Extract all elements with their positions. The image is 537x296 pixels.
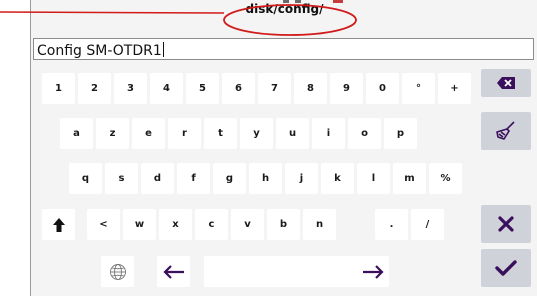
key-row3-10[interactable]: %	[429, 163, 462, 194]
backspace-icon	[497, 77, 515, 89]
key-row1-9[interactable]: 0	[366, 73, 399, 104]
shift-up-arrow-icon	[52, 217, 65, 232]
key-row3-1[interactable]: s	[105, 163, 138, 194]
key-row3-3[interactable]: f	[177, 163, 210, 194]
key-row3-2[interactable]: d	[141, 163, 174, 194]
key-row3-6[interactable]: j	[285, 163, 318, 194]
key-row2-7[interactable]: i	[312, 118, 345, 149]
clear-button[interactable]	[481, 112, 531, 150]
cursor-left-key[interactable]	[157, 256, 190, 287]
key-row1-0[interactable]: 1	[42, 73, 75, 104]
key-row1-8[interactable]: 9	[330, 73, 363, 104]
key-row2-1[interactable]: z	[96, 118, 129, 149]
shift-key[interactable]	[42, 209, 75, 240]
arrow-left-icon	[162, 264, 184, 279]
key-row3-7[interactable]: k	[321, 163, 354, 194]
title-bar: disk/config/	[31, 0, 537, 35]
key-row4-6[interactable]: n	[303, 209, 336, 240]
cancel-button[interactable]	[481, 205, 531, 243]
key-row4-2[interactable]: x	[159, 209, 192, 240]
key-row3-0[interactable]: q	[69, 163, 102, 194]
key-row3-9[interactable]: m	[393, 163, 426, 194]
key-row1-1[interactable]: 2	[78, 73, 111, 104]
space-key[interactable]	[204, 256, 365, 287]
key-row2-6[interactable]: u	[276, 118, 309, 149]
key-row1-5[interactable]: 6	[222, 73, 255, 104]
checkmark-icon	[495, 260, 517, 276]
key-row4-1[interactable]: w	[123, 209, 156, 240]
key-row1-2[interactable]: 3	[114, 73, 147, 104]
globe-icon	[109, 263, 126, 280]
keyboard-dialog: disk/config/ Config SM-OTDR1 1 2 3 4 5 6 7 8 9 0 °…	[30, 0, 537, 296]
close-icon	[498, 216, 514, 232]
key-row2-9[interactable]: p	[384, 118, 417, 149]
cursor-right-key[interactable]	[356, 256, 389, 287]
key-row1-4[interactable]: 5	[186, 73, 219, 104]
broom-icon	[496, 121, 515, 140]
filename-text: Config SM-OTDR1	[37, 42, 164, 59]
key-row3-5[interactable]: h	[249, 163, 282, 194]
filename-input[interactable]: Config SM-OTDR1	[33, 38, 534, 60]
key-row4-8[interactable]: /	[411, 209, 444, 240]
key-row4-4[interactable]: v	[231, 209, 264, 240]
key-row4-0[interactable]: <	[87, 209, 120, 240]
text-caret	[162, 42, 164, 57]
arrow-right-icon	[362, 264, 384, 279]
key-row2-5[interactable]: y	[240, 118, 273, 149]
folder-path: disk/config/	[245, 2, 324, 16]
key-row1-7[interactable]: 8	[294, 73, 327, 104]
key-row4-5[interactable]: b	[267, 209, 300, 240]
key-row1-3[interactable]: 4	[150, 73, 183, 104]
key-row1-10[interactable]: °	[402, 73, 435, 104]
key-row2-4[interactable]: t	[204, 118, 237, 149]
key-row2-3[interactable]: r	[168, 118, 201, 149]
key-row1-6[interactable]: 7	[258, 73, 291, 104]
key-row4-7[interactable]: .	[375, 209, 408, 240]
key-row1-11[interactable]: +	[438, 73, 471, 104]
key-row4-3[interactable]: c	[195, 209, 228, 240]
key-row2-2[interactable]: e	[132, 118, 165, 149]
key-row3-8[interactable]: l	[357, 163, 390, 194]
key-row2-8[interactable]: o	[348, 118, 381, 149]
backspace-button[interactable]	[481, 69, 531, 97]
confirm-button[interactable]	[481, 249, 531, 287]
language-key[interactable]	[101, 256, 134, 287]
key-row3-4[interactable]: g	[213, 163, 246, 194]
key-row2-0[interactable]: a	[60, 118, 93, 149]
